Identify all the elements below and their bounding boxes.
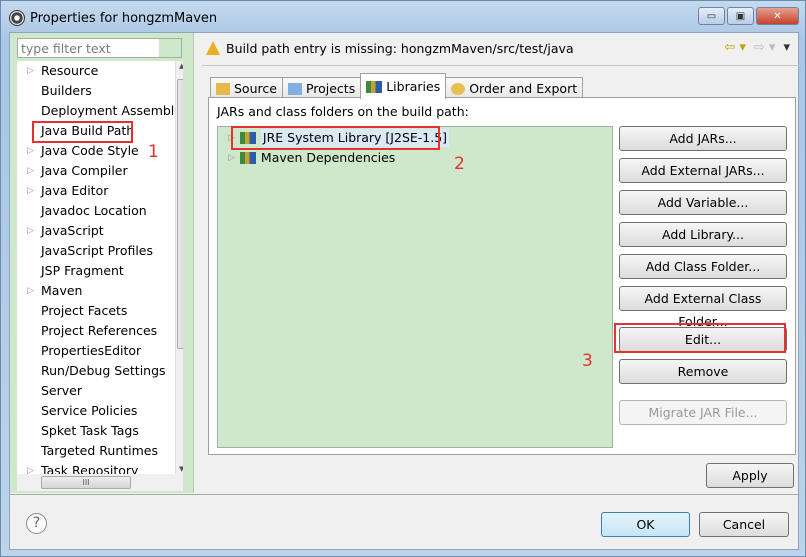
sidebar-item[interactable]: ▷ JavaScript — [17, 221, 183, 241]
migrate-jar-button[interactable]: Migrate JAR File... — [619, 400, 787, 425]
expand-arrow-icon[interactable]: ▷ — [27, 181, 34, 201]
sidebar-item[interactable]: ▷ Java Editor — [17, 181, 183, 201]
annotation-1: 1 — [148, 142, 159, 162]
expand-arrow-icon[interactable]: ▷ — [27, 461, 34, 474]
highlight-box-3 — [614, 323, 786, 353]
minimize-button[interactable]: ▭ — [698, 7, 725, 25]
add-variable-button[interactable]: Add Variable... — [619, 190, 787, 215]
close-button[interactable]: ✕ — [756, 7, 799, 25]
title-bar: Properties for hongzmMaven — [9, 7, 217, 29]
view-menu-icon[interactable]: ▾ — [783, 40, 790, 55]
source-icon — [216, 82, 230, 95]
sidebar-item[interactable]: ▷ Maven — [17, 281, 183, 301]
sidebar-item[interactable]: Spket Task Tags — [17, 421, 183, 441]
panel-label: JARs and class folders on the build path… — [217, 104, 469, 119]
sidebar-item[interactable]: Service Policies — [17, 401, 183, 421]
expand-arrow-icon[interactable]: ▷ — [27, 61, 34, 81]
order-icon — [451, 82, 466, 95]
tab-order-export[interactable]: Order and Export — [445, 77, 584, 99]
sidebar-item[interactable]: ▷ Java Compiler — [17, 161, 183, 181]
horizontal-scrollbar[interactable]: III — [17, 474, 183, 491]
maximize-button[interactable]: ▣ — [727, 7, 754, 25]
libraries-panel: JARs and class folders on the build path… — [208, 97, 796, 455]
expand-arrow-icon[interactable]: ▷ — [27, 281, 34, 301]
properties-dialog: Properties for hongzmMaven ▭ ▣ ✕ type fi… — [0, 0, 806, 557]
list-item-maven[interactable]: ▷ Maven Dependencies — [228, 149, 395, 167]
sidebar: type filter text ▷ Resource Builders Deploy… — [10, 33, 194, 493]
remove-button[interactable]: Remove — [619, 359, 787, 384]
vertical-scrollbar[interactable]: ▲ ▼ — [175, 61, 183, 474]
back-arrow-icon[interactable]: ⇦ ▾ — [724, 40, 746, 55]
tab-source[interactable]: Source — [210, 77, 283, 99]
expand-arrow-icon[interactable]: ▷ — [27, 161, 34, 181]
sidebar-item[interactable]: JavaScript Profiles — [17, 241, 183, 261]
message-text: Build path entry is missing: hongzmMaven… — [226, 40, 574, 56]
sidebar-item[interactable]: ▷ Resource — [17, 61, 183, 81]
sidebar-item[interactable]: Targeted Runtimes — [17, 441, 183, 461]
help-icon[interactable]: ? — [26, 513, 47, 534]
filter-input[interactable]: type filter text — [17, 38, 182, 58]
library-list: ▷ JRE System Library [J2SE-1.5] ▷ Maven De… — [217, 126, 613, 448]
sidebar-item[interactable]: PropertiesEditor — [17, 341, 183, 361]
tab-libraries[interactable]: Libraries — [360, 73, 447, 99]
sidebar-item[interactable]: ▷ Task Repository — [17, 461, 183, 474]
add-external-class-folder-button[interactable]: Add External Class Folder... — [619, 286, 787, 329]
forward-arrow-icon[interactable]: ⇨ ▾ — [754, 40, 776, 55]
sidebar-item[interactable]: Project References — [17, 321, 183, 341]
warning-icon — [206, 41, 220, 55]
sidebar-item[interactable]: Builders — [17, 81, 183, 101]
status-message: Build path entry is missing: hongzmMaven… — [202, 33, 800, 63]
sidebar-item[interactable]: Project Facets — [17, 301, 183, 321]
sidebar-item[interactable]: Run/Debug Settings — [17, 361, 183, 381]
sidebar-item[interactable]: Javadoc Location — [17, 201, 183, 221]
library-icon — [239, 152, 256, 164]
add-library-button[interactable]: Add Library... — [619, 222, 787, 247]
sidebar-item[interactable]: JSP Fragment — [17, 261, 183, 281]
clear-filter-icon[interactable] — [159, 39, 181, 57]
cancel-button[interactable]: Cancel — [699, 512, 789, 537]
annotation-3: 3 — [582, 351, 593, 371]
add-class-folder-button[interactable]: Add Class Folder... — [619, 254, 787, 279]
folder-icon — [287, 82, 302, 95]
sidebar-item[interactable]: Server — [17, 381, 183, 401]
ok-button[interactable]: OK — [601, 512, 690, 537]
expand-arrow-icon[interactable]: ▷ — [27, 221, 34, 241]
tab-projects[interactable]: Projects — [281, 77, 362, 99]
library-icon — [366, 80, 383, 93]
add-jars-button[interactable]: Add JARs... — [619, 126, 787, 151]
add-external-jars-button[interactable]: Add External JARs... — [619, 158, 787, 183]
sidebar-item[interactable]: Deployment Assembly — [17, 101, 183, 121]
annotation-2: 2 — [454, 154, 465, 174]
window-title: Properties for hongzmMaven — [30, 10, 218, 26]
highlight-box-1 — [32, 121, 133, 143]
eclipse-icon — [9, 10, 25, 26]
highlight-box-2 — [231, 126, 440, 150]
expand-arrow-icon[interactable]: ▷ — [27, 141, 34, 161]
apply-button[interactable]: Apply — [706, 463, 794, 488]
